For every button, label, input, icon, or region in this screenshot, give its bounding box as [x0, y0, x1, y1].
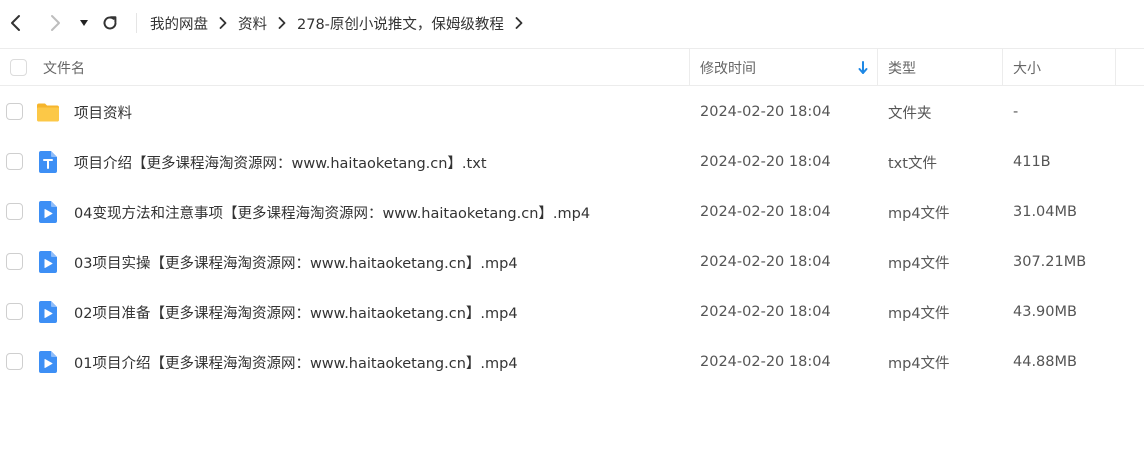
row-checkbox[interactable]: [6, 103, 23, 120]
txt-file-icon: [39, 151, 57, 173]
arrow-down-icon: [858, 60, 868, 74]
file-row[interactable]: 02项目准备【更多课程海淘资源网：www.haitaoketang.cn】.mp…: [0, 287, 1144, 337]
chevron-right-icon: [51, 15, 60, 31]
breadcrumb-item-current[interactable]: 278-原创小说推文，保姆级教程: [297, 13, 504, 34]
file-list-header: 文件名 修改时间 类型 大小: [0, 48, 1144, 86]
row-checkbox[interactable]: [6, 353, 23, 370]
refresh-icon: [103, 16, 117, 30]
row-checkbox[interactable]: [6, 203, 23, 220]
folder-icon: [37, 103, 59, 122]
select-all-checkbox[interactable]: [10, 59, 27, 76]
column-header-modified[interactable]: 修改时间: [700, 49, 756, 86]
file-size: 31.04MB: [1013, 204, 1077, 220]
file-name: 03项目实操【更多课程海淘资源网：www.haitaoketang.cn】.mp…: [74, 255, 518, 272]
file-modified-time: 2024-02-20 18:04: [700, 254, 831, 270]
toolbar-divider: [136, 13, 137, 33]
file-row[interactable]: 项目资料 2024-02-20 18:04 文件夹 -: [0, 87, 1144, 137]
file-size: 307.21MB: [1013, 254, 1087, 270]
column-header-name[interactable]: 文件名: [43, 49, 85, 86]
file-row[interactable]: 01项目介绍【更多课程海淘资源网：www.haitaoketang.cn】.mp…: [0, 337, 1144, 387]
row-checkbox[interactable]: [6, 153, 23, 170]
file-size: 43.90MB: [1013, 304, 1077, 320]
file-name: 项目介绍【更多课程海淘资源网：www.haitaoketang.cn】.txt: [74, 155, 487, 172]
breadcrumb-separator-icon: [278, 17, 286, 29]
sort-desc-indicator[interactable]: [858, 49, 868, 86]
file-list: 项目资料 2024-02-20 18:04 文件夹 - 项目介绍【更多课程海淘资…: [0, 87, 1144, 387]
video-file-icon: [39, 251, 57, 273]
file-size: -: [1013, 104, 1019, 120]
file-modified-time: 2024-02-20 18:04: [700, 154, 831, 170]
file-type: mp4文件: [888, 355, 950, 372]
file-row[interactable]: 项目介绍【更多课程海淘资源网：www.haitaoketang.cn】.txt …: [0, 137, 1144, 187]
file-modified-time: 2024-02-20 18:04: [700, 204, 831, 220]
video-file-icon: [39, 201, 57, 223]
file-size: 44.88MB: [1013, 354, 1077, 370]
column-divider: [877, 49, 878, 86]
breadcrumb: 我的网盘 资料 278-原创小说推文，保姆级教程: [150, 0, 534, 46]
file-modified-time: 2024-02-20 18:04: [700, 354, 831, 370]
toolbar: 我的网盘 资料 278-原创小说推文，保姆级教程: [0, 0, 1144, 46]
caret-down-icon: [80, 20, 88, 26]
row-checkbox[interactable]: [6, 303, 23, 320]
file-type: mp4文件: [888, 205, 950, 222]
file-modified-time: 2024-02-20 18:04: [700, 304, 831, 320]
file-row[interactable]: 03项目实操【更多课程海淘资源网：www.haitaoketang.cn】.mp…: [0, 237, 1144, 287]
file-type: txt文件: [888, 155, 937, 172]
refresh-button[interactable]: [99, 12, 121, 34]
history-dropdown-button[interactable]: [73, 12, 95, 34]
breadcrumb-expand-icon[interactable]: [515, 17, 523, 29]
file-row[interactable]: 04变现方法和注意事项【更多课程海淘资源网：www.haitaoketang.c…: [0, 187, 1144, 237]
file-name: 02项目准备【更多课程海淘资源网：www.haitaoketang.cn】.mp…: [74, 305, 518, 322]
column-divider: [1115, 49, 1116, 86]
file-modified-time: 2024-02-20 18:04: [700, 104, 831, 120]
file-type: mp4文件: [888, 255, 950, 272]
column-header-type[interactable]: 类型: [888, 49, 916, 86]
file-type: 文件夹: [888, 105, 932, 122]
breadcrumb-item-folder[interactable]: 资料: [238, 13, 267, 34]
video-file-icon: [39, 301, 57, 323]
column-header-size[interactable]: 大小: [1013, 49, 1041, 86]
breadcrumb-item-root[interactable]: 我的网盘: [150, 13, 208, 34]
breadcrumb-separator-icon: [219, 17, 227, 29]
chevron-left-icon: [11, 15, 20, 31]
file-type: mp4文件: [888, 305, 950, 322]
file-size: 411B: [1013, 154, 1051, 170]
column-divider: [689, 49, 690, 86]
row-checkbox[interactable]: [6, 253, 23, 270]
back-button[interactable]: [5, 12, 27, 34]
file-name: 04变现方法和注意事项【更多课程海淘资源网：www.haitaoketang.c…: [74, 205, 591, 222]
video-file-icon: [39, 351, 57, 373]
forward-button[interactable]: [44, 12, 66, 34]
column-divider: [1002, 49, 1003, 86]
file-name: 01项目介绍【更多课程海淘资源网：www.haitaoketang.cn】.mp…: [74, 355, 518, 372]
file-name: 项目资料: [74, 105, 132, 122]
